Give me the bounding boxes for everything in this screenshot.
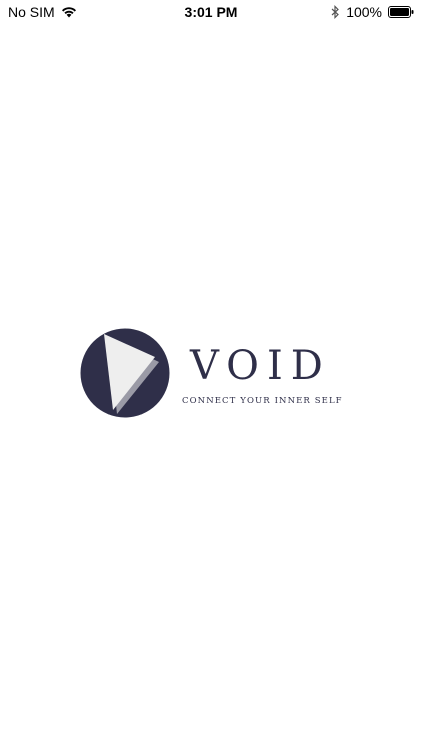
battery-icon — [388, 6, 414, 18]
carrier-label: No SIM — [8, 4, 55, 20]
bluetooth-icon — [331, 5, 340, 19]
status-left: No SIM — [8, 4, 77, 20]
status-right: 100% — [331, 4, 414, 20]
splash-logo: VOID CONNECT YOUR INNER SELF — [80, 328, 350, 420]
wifi-icon — [61, 6, 77, 18]
battery-percent: 100% — [346, 4, 382, 20]
void-logo-icon — [80, 328, 170, 418]
brand-name: VOID — [190, 343, 331, 389]
brand-tagline: CONNECT YOUR INNER SELF — [182, 396, 343, 406]
status-bar: No SIM 3:01 PM 100% — [0, 0, 422, 24]
